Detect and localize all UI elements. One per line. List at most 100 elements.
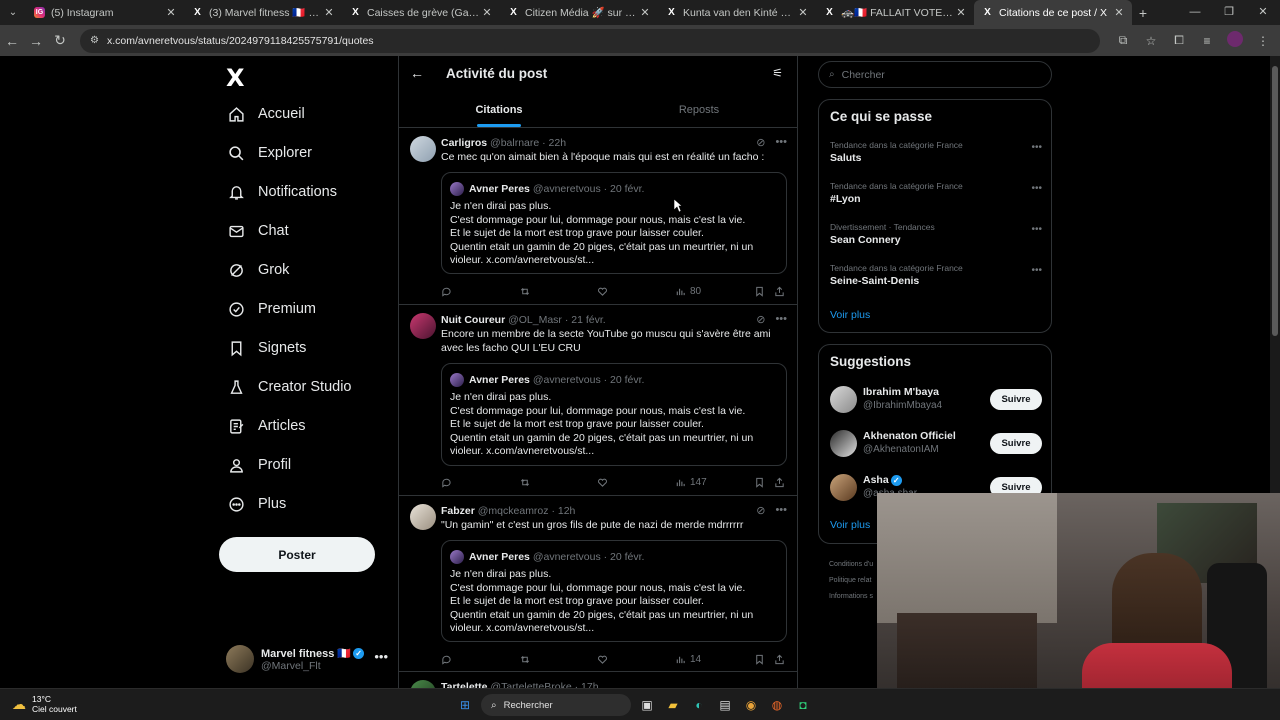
tweet-author-name[interactable]: Carligros <box>441 137 487 149</box>
install-app-icon[interactable]: ⧉ <box>1114 33 1132 48</box>
weather-widget[interactable]: ☁ 13°C Ciel couvert <box>12 694 77 714</box>
menu-icon[interactable]: ⋮ <box>1254 34 1272 48</box>
bookmark-button[interactable] <box>754 477 765 488</box>
search-input[interactable]: ⌕ Chercher <box>818 61 1052 88</box>
star-icon[interactable]: ☆ <box>1142 34 1160 48</box>
trend-item[interactable]: Divertissement · Tendances Sean Connery … <box>830 222 1042 246</box>
like-button[interactable] <box>597 286 608 297</box>
more-icon[interactable]: ••• <box>775 504 787 517</box>
quoted-tweet[interactable]: Avner Peres @avneretvous · 20 févr. Je n… <box>441 363 787 466</box>
share-button[interactable] <box>774 286 785 297</box>
repost-button[interactable] <box>519 654 531 665</box>
tweet-time[interactable]: · 17h <box>575 681 599 688</box>
more-icon[interactable]: ••• <box>1031 224 1042 235</box>
nav-item-accueil[interactable]: Accueil <box>226 99 305 129</box>
tab-reposts[interactable]: Reposts <box>599 92 797 127</box>
windows-start-icon[interactable]: ⊞ <box>455 695 475 715</box>
url-field[interactable]: ⚙ x.com/avneretvous/status/2024979118425… <box>80 28 1100 53</box>
tab-search-icon[interactable]: ⌄ <box>0 0 26 25</box>
task-view-icon[interactable]: ▣ <box>637 695 657 715</box>
footer-link[interactable]: Informations s <box>829 589 873 605</box>
firefox-icon[interactable]: ◍ <box>767 695 787 715</box>
avatar[interactable] <box>410 136 436 162</box>
nav-item-notifications[interactable]: Notifications <box>226 177 337 207</box>
chrome-icon[interactable]: ◉ <box>741 695 761 715</box>
account-switcher[interactable]: Marvel fitness 🇫🇷 ✓ @Marvel_Flt ••• <box>226 641 396 677</box>
nav-item-profil[interactable]: Profil <box>226 450 291 480</box>
minimize-icon[interactable]: — <box>1178 0 1212 25</box>
browser-tab[interactable]: X 🚓🇫🇷 FALLAIT VOTER CHONC ✕ <box>816 0 974 25</box>
avatar[interactable] <box>410 680 436 688</box>
close-tab-icon[interactable]: ✕ <box>164 6 178 19</box>
close-tab-icon[interactable]: ✕ <box>1112 6 1126 19</box>
reply-button[interactable] <box>441 654 452 665</box>
grok-icon[interactable]: ⊘ <box>756 313 765 326</box>
tweet-author-handle[interactable]: @mqckeamroz <box>478 505 549 517</box>
forward-icon[interactable]: → <box>24 33 48 49</box>
tweet-author-name[interactable]: Fabzer <box>441 505 475 517</box>
reply-button[interactable] <box>441 477 452 488</box>
close-tab-icon[interactable]: ✕ <box>322 6 336 19</box>
store-icon[interactable]: ▤ <box>715 695 735 715</box>
back-icon[interactable]: ← <box>0 33 24 49</box>
quote-tweet[interactable]: Nuit Coureur @OL_Masr · 21 févr. ⊘ ••• Enc… <box>399 305 797 496</box>
quoted-tweet[interactable]: Avner Peres @avneretvous · 20 févr. Je n… <box>441 540 787 642</box>
more-icon[interactable]: ••• <box>1031 265 1042 276</box>
quoted-tweet[interactable]: Avner Peres @avneretvous · 20 févr. Je n… <box>441 172 787 274</box>
avatar[interactable] <box>830 386 857 413</box>
more-icon[interactable]: ••• <box>374 649 388 664</box>
tweet-time[interactable]: · 12h <box>551 505 575 517</box>
trend-item[interactable]: Tendance dans la catégorie France Saluts… <box>830 140 1042 164</box>
bookmark-button[interactable] <box>754 654 765 665</box>
more-icon[interactable]: ••• <box>775 136 787 149</box>
app-icon[interactable]: ◘ <box>793 695 813 715</box>
tweet-author-name[interactable]: Tartelette <box>441 681 488 688</box>
follow-button[interactable]: Suivre <box>990 389 1042 410</box>
suggestion-item[interactable]: Akhenaton Officiel @AkhenatonIAM Suivre <box>830 429 1042 459</box>
nav-item-plus[interactable]: Plus <box>226 489 286 519</box>
like-button[interactable] <box>597 654 608 665</box>
footer-link[interactable]: Conditions d'u <box>829 557 873 573</box>
bookmark-button[interactable] <box>754 286 765 297</box>
close-tab-icon[interactable]: ✕ <box>638 6 652 19</box>
maximize-icon[interactable]: ❐ <box>1212 0 1246 25</box>
footer-link[interactable]: Politique relat <box>829 573 873 589</box>
suggestion-item[interactable]: Ibrahim M'baya @IbrahimMbaya4 Suivre <box>830 385 1042 415</box>
file-explorer-icon[interactable]: ▰ <box>663 695 683 715</box>
tweet-time[interactable]: · 22h <box>542 137 566 149</box>
browser-tab[interactable]: X Caisses de grève (Gauche Gaza ✕ <box>342 0 500 25</box>
nav-item-chat[interactable]: Chat <box>226 216 289 246</box>
share-button[interactable] <box>774 477 785 488</box>
quote-tweet[interactable]: Tartelette @TarteletteBroke · 17h <box>399 672 797 688</box>
more-icon[interactable]: ••• <box>1031 183 1042 194</box>
avatar[interactable] <box>410 504 436 530</box>
browser-tab[interactable]: IG (5) Instagram ✕ <box>26 0 184 25</box>
trends-see-more-link[interactable]: Voir plus <box>830 309 870 321</box>
close-tab-icon[interactable]: ✕ <box>954 6 968 19</box>
post-button[interactable]: Poster <box>219 537 375 572</box>
more-icon[interactable]: ••• <box>775 313 787 326</box>
share-button[interactable] <box>774 654 785 665</box>
nav-item-explorer[interactable]: Explorer <box>226 138 312 168</box>
extensions-icon[interactable]: ⧠ <box>1170 33 1188 48</box>
edge-icon[interactable]: ◐ <box>689 695 709 715</box>
avatar[interactable] <box>830 474 857 501</box>
trend-item[interactable]: Tendance dans la catégorie France #Lyon … <box>830 181 1042 205</box>
close-tab-icon[interactable]: ✕ <box>480 6 494 19</box>
x-logo[interactable]: X <box>226 64 245 92</box>
more-icon[interactable]: ••• <box>1031 142 1042 153</box>
browser-tab[interactable]: X (3) Marvel fitness 🇫🇷 (@Marvel_F ✕ <box>184 0 342 25</box>
trend-item[interactable]: Tendance dans la catégorie France Seine-… <box>830 263 1042 287</box>
follow-button[interactable]: Suivre <box>990 433 1042 454</box>
reload-icon[interactable]: ↻ <box>48 32 72 49</box>
browser-tab[interactable]: X Citizen Média 🚀 sur X : "🇫🇷 🎙 ✕ <box>500 0 658 25</box>
grok-icon[interactable]: ⊘ <box>756 504 765 517</box>
tweet-author-name[interactable]: Nuit Coureur <box>441 314 505 326</box>
media-icon[interactable]: ≡ <box>1198 34 1216 48</box>
tweet-time[interactable]: · 21 févr. <box>565 314 606 326</box>
nav-item-signets[interactable]: Signets <box>226 333 306 363</box>
tab-citations[interactable]: Citations <box>399 92 599 127</box>
nav-item-premium[interactable]: Premium <box>226 294 316 324</box>
tweet-author-handle[interactable]: @TarteletteBroke <box>490 681 571 688</box>
taskbar-search[interactable]: ⌕ Rechercher <box>481 694 631 716</box>
